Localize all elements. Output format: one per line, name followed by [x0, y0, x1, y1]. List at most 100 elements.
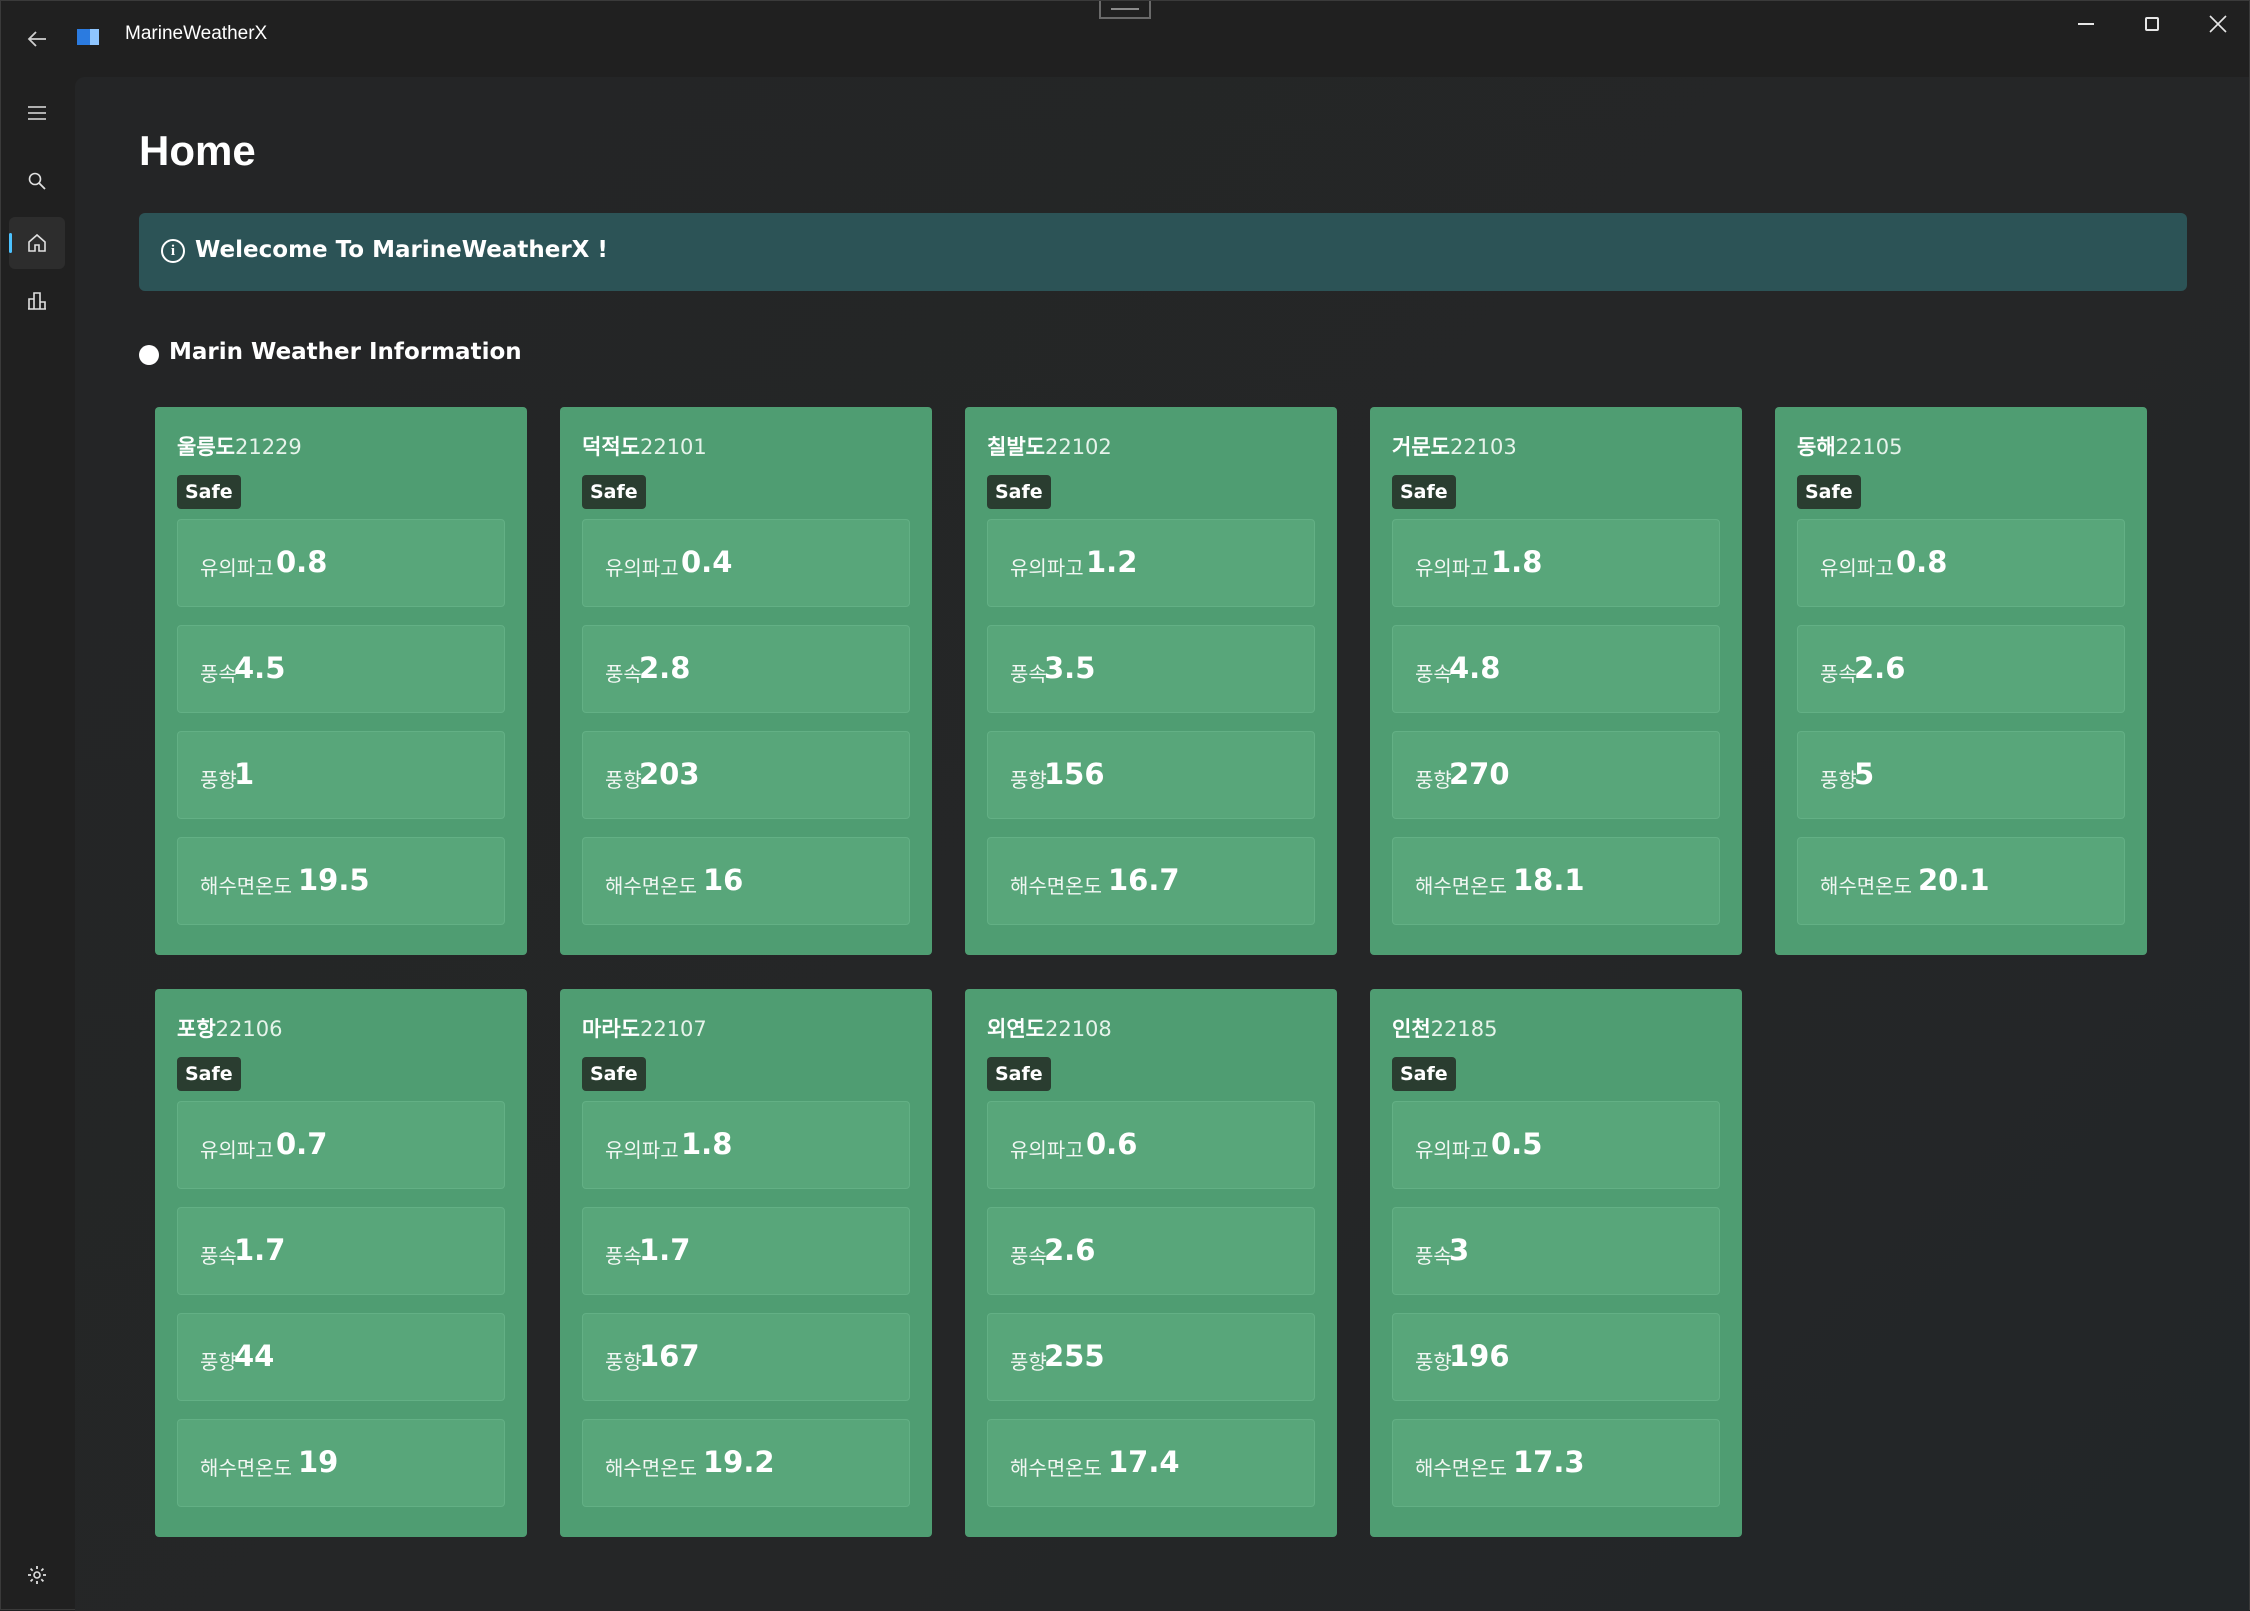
- metric-value: 0.6: [1086, 1127, 1138, 1161]
- metric-wave: 유의파고 0.4: [582, 519, 910, 607]
- metric-value: 19.5: [298, 863, 370, 897]
- metric-value: 270: [1449, 757, 1510, 791]
- welcome-message: Welecome To MarineWeatherX !: [195, 237, 608, 263]
- metric-value: 3.5: [1044, 651, 1096, 685]
- metric-value: 1.8: [1491, 545, 1543, 579]
- metric-label: 유의파고: [200, 1138, 274, 1162]
- settings-button[interactable]: [9, 1549, 65, 1601]
- station-card[interactable]: 거문도22103 Safe 유의파고 1.8 풍속 4.8 풍향 270 해수면온도 18.1: [1370, 407, 1742, 955]
- metric-label: 해수면온도: [1415, 874, 1507, 898]
- station-card[interactable]: 포항22106 Safe 유의파고 0.7 풍속 1.7 풍향 44 해수면온도 19: [155, 989, 527, 1537]
- status-badge: Safe: [582, 1057, 646, 1091]
- metric-sst: 해수면온도 19: [177, 1419, 505, 1507]
- title-bar[interactable]: MarineWeatherX: [1, 1, 2249, 75]
- station-card[interactable]: 칠발도22102 Safe 유의파고 1.2 풍속 3.5 풍향 156 해수면온도 16.7: [965, 407, 1337, 955]
- metric-label: 풍향: [605, 1350, 642, 1374]
- metric-value: 1.7: [234, 1233, 286, 1267]
- drag-handle[interactable]: [1099, 1, 1151, 19]
- station-card[interactable]: 덕적도22101 Safe 유의파고 0.4 풍속 2.8 풍향 203 해수면온도 16: [560, 407, 932, 955]
- metric-value: 0.8: [1896, 545, 1948, 579]
- station-title: 동해22105: [1797, 431, 1902, 461]
- station-title: 울릉도21229: [177, 431, 302, 461]
- metric-value: 167: [639, 1339, 700, 1373]
- metric-label: 유의파고: [605, 1138, 679, 1162]
- page-title: Home: [139, 127, 256, 174]
- metric-wave: 유의파고 0.5: [1392, 1101, 1720, 1189]
- metric-value: 4.5: [234, 651, 286, 685]
- metric-label: 풍향: [1820, 768, 1857, 792]
- metric-value: 0.7: [276, 1127, 328, 1161]
- station-code: 21229: [234, 435, 302, 459]
- metric-value: 1: [234, 757, 255, 791]
- metric-label: 해수면온도: [200, 1456, 292, 1480]
- metric-label: 풍속: [605, 1244, 642, 1268]
- metric-label: 해수면온도: [1820, 874, 1912, 898]
- metric-value: 4.8: [1449, 651, 1501, 685]
- metric-value: 0.5: [1491, 1127, 1543, 1161]
- station-title: 마라도22107: [582, 1013, 707, 1043]
- station-name: 동해: [1797, 435, 1836, 459]
- metric-label: 풍향: [605, 768, 642, 792]
- station-card[interactable]: 마라도22107 Safe 유의파고 1.8 풍속 1.7 풍향 167 해수면온도 19.2: [560, 989, 932, 1537]
- metric-wind-dir: 풍향 1: [177, 731, 505, 819]
- metric-label: 해수면온도: [605, 1456, 697, 1480]
- status-badge: Safe: [582, 475, 646, 509]
- metric-label: 풍향: [1415, 1350, 1452, 1374]
- status-badge: Safe: [987, 475, 1051, 509]
- station-name: 거문도: [1392, 435, 1450, 459]
- metric-value: 16.7: [1108, 863, 1180, 897]
- metric-label: 유의파고: [1010, 556, 1084, 580]
- metric-wind-speed: 풍속 2.8: [582, 625, 910, 713]
- metric-wind-speed: 풍속 3.5: [987, 625, 1315, 713]
- metric-sst: 해수면온도 16.7: [987, 837, 1315, 925]
- metric-label: 풍향: [1010, 768, 1047, 792]
- search-button[interactable]: [9, 155, 65, 207]
- metric-value: 18.1: [1513, 863, 1585, 897]
- metric-wave: 유의파고 0.8: [1797, 519, 2125, 607]
- metric-wave: 유의파고 0.8: [177, 519, 505, 607]
- metric-label: 해수면온도: [1415, 1456, 1507, 1480]
- metric-wind-speed: 풍속 2.6: [987, 1207, 1315, 1295]
- maximize-button[interactable]: [2119, 1, 2185, 47]
- metric-wind-speed: 풍속 3: [1392, 1207, 1720, 1295]
- station-code: 22102: [1044, 435, 1112, 459]
- metric-wave: 유의파고 1.8: [582, 1101, 910, 1189]
- metric-label: 유의파고: [200, 556, 274, 580]
- metric-label: 풍속: [1415, 1244, 1452, 1268]
- metric-label: 풍향: [1415, 768, 1452, 792]
- metric-value: 17.3: [1513, 1445, 1585, 1479]
- nav-item-home[interactable]: [9, 217, 65, 269]
- metric-value: 1.2: [1086, 545, 1138, 579]
- metric-sst: 해수면온도 19.2: [582, 1419, 910, 1507]
- station-title: 외연도22108: [987, 1013, 1112, 1043]
- station-card[interactable]: 외연도22108 Safe 유의파고 0.6 풍속 2.6 풍향 255 해수면온도 17.4: [965, 989, 1337, 1537]
- status-badge: Safe: [177, 475, 241, 509]
- metric-label: 유의파고: [1820, 556, 1894, 580]
- station-name: 외연도: [987, 1017, 1045, 1041]
- navigation-rail: [1, 75, 73, 1609]
- metric-value: 3: [1449, 1233, 1470, 1267]
- menu-toggle-button[interactable]: [9, 87, 65, 139]
- station-card[interactable]: 동해22105 Safe 유의파고 0.8 풍속 2.6 풍향 5 해수면온도 20.1: [1775, 407, 2147, 955]
- close-button[interactable]: [2185, 1, 2250, 47]
- nav-item-chart[interactable]: [9, 275, 65, 327]
- station-name: 포항: [177, 1017, 216, 1041]
- metric-label: 해수면온도: [1010, 874, 1102, 898]
- welcome-infobar: i Welecome To MarineWeatherX !: [139, 213, 2187, 291]
- main-content: Home i Welecome To MarineWeatherX ! Mari…: [75, 77, 2249, 1611]
- back-button[interactable]: [17, 19, 57, 59]
- metric-value: 0.4: [681, 545, 733, 579]
- metric-label: 풍속: [1415, 662, 1452, 686]
- minimize-icon: [2078, 23, 2094, 25]
- station-code: 22105: [1835, 435, 1903, 459]
- station-card[interactable]: 울릉도21229 Safe 유의파고 0.8 풍속 4.5 풍향 1 해수면온도 19.5: [155, 407, 527, 955]
- metric-value: 16: [703, 863, 744, 897]
- metric-wind-dir: 풍향 44: [177, 1313, 505, 1401]
- app-window: MarineWeatherX Home i Welecome To Marine…: [0, 0, 2250, 1611]
- station-card[interactable]: 인천22185 Safe 유의파고 0.5 풍속 3 풍향 196 해수면온도 17.3: [1370, 989, 1742, 1537]
- metric-sst: 해수면온도 19.5: [177, 837, 505, 925]
- metric-value: 19.2: [703, 1445, 775, 1479]
- minimize-button[interactable]: [2053, 1, 2119, 47]
- metric-label: 유의파고: [605, 556, 679, 580]
- station-code: 22107: [639, 1017, 707, 1041]
